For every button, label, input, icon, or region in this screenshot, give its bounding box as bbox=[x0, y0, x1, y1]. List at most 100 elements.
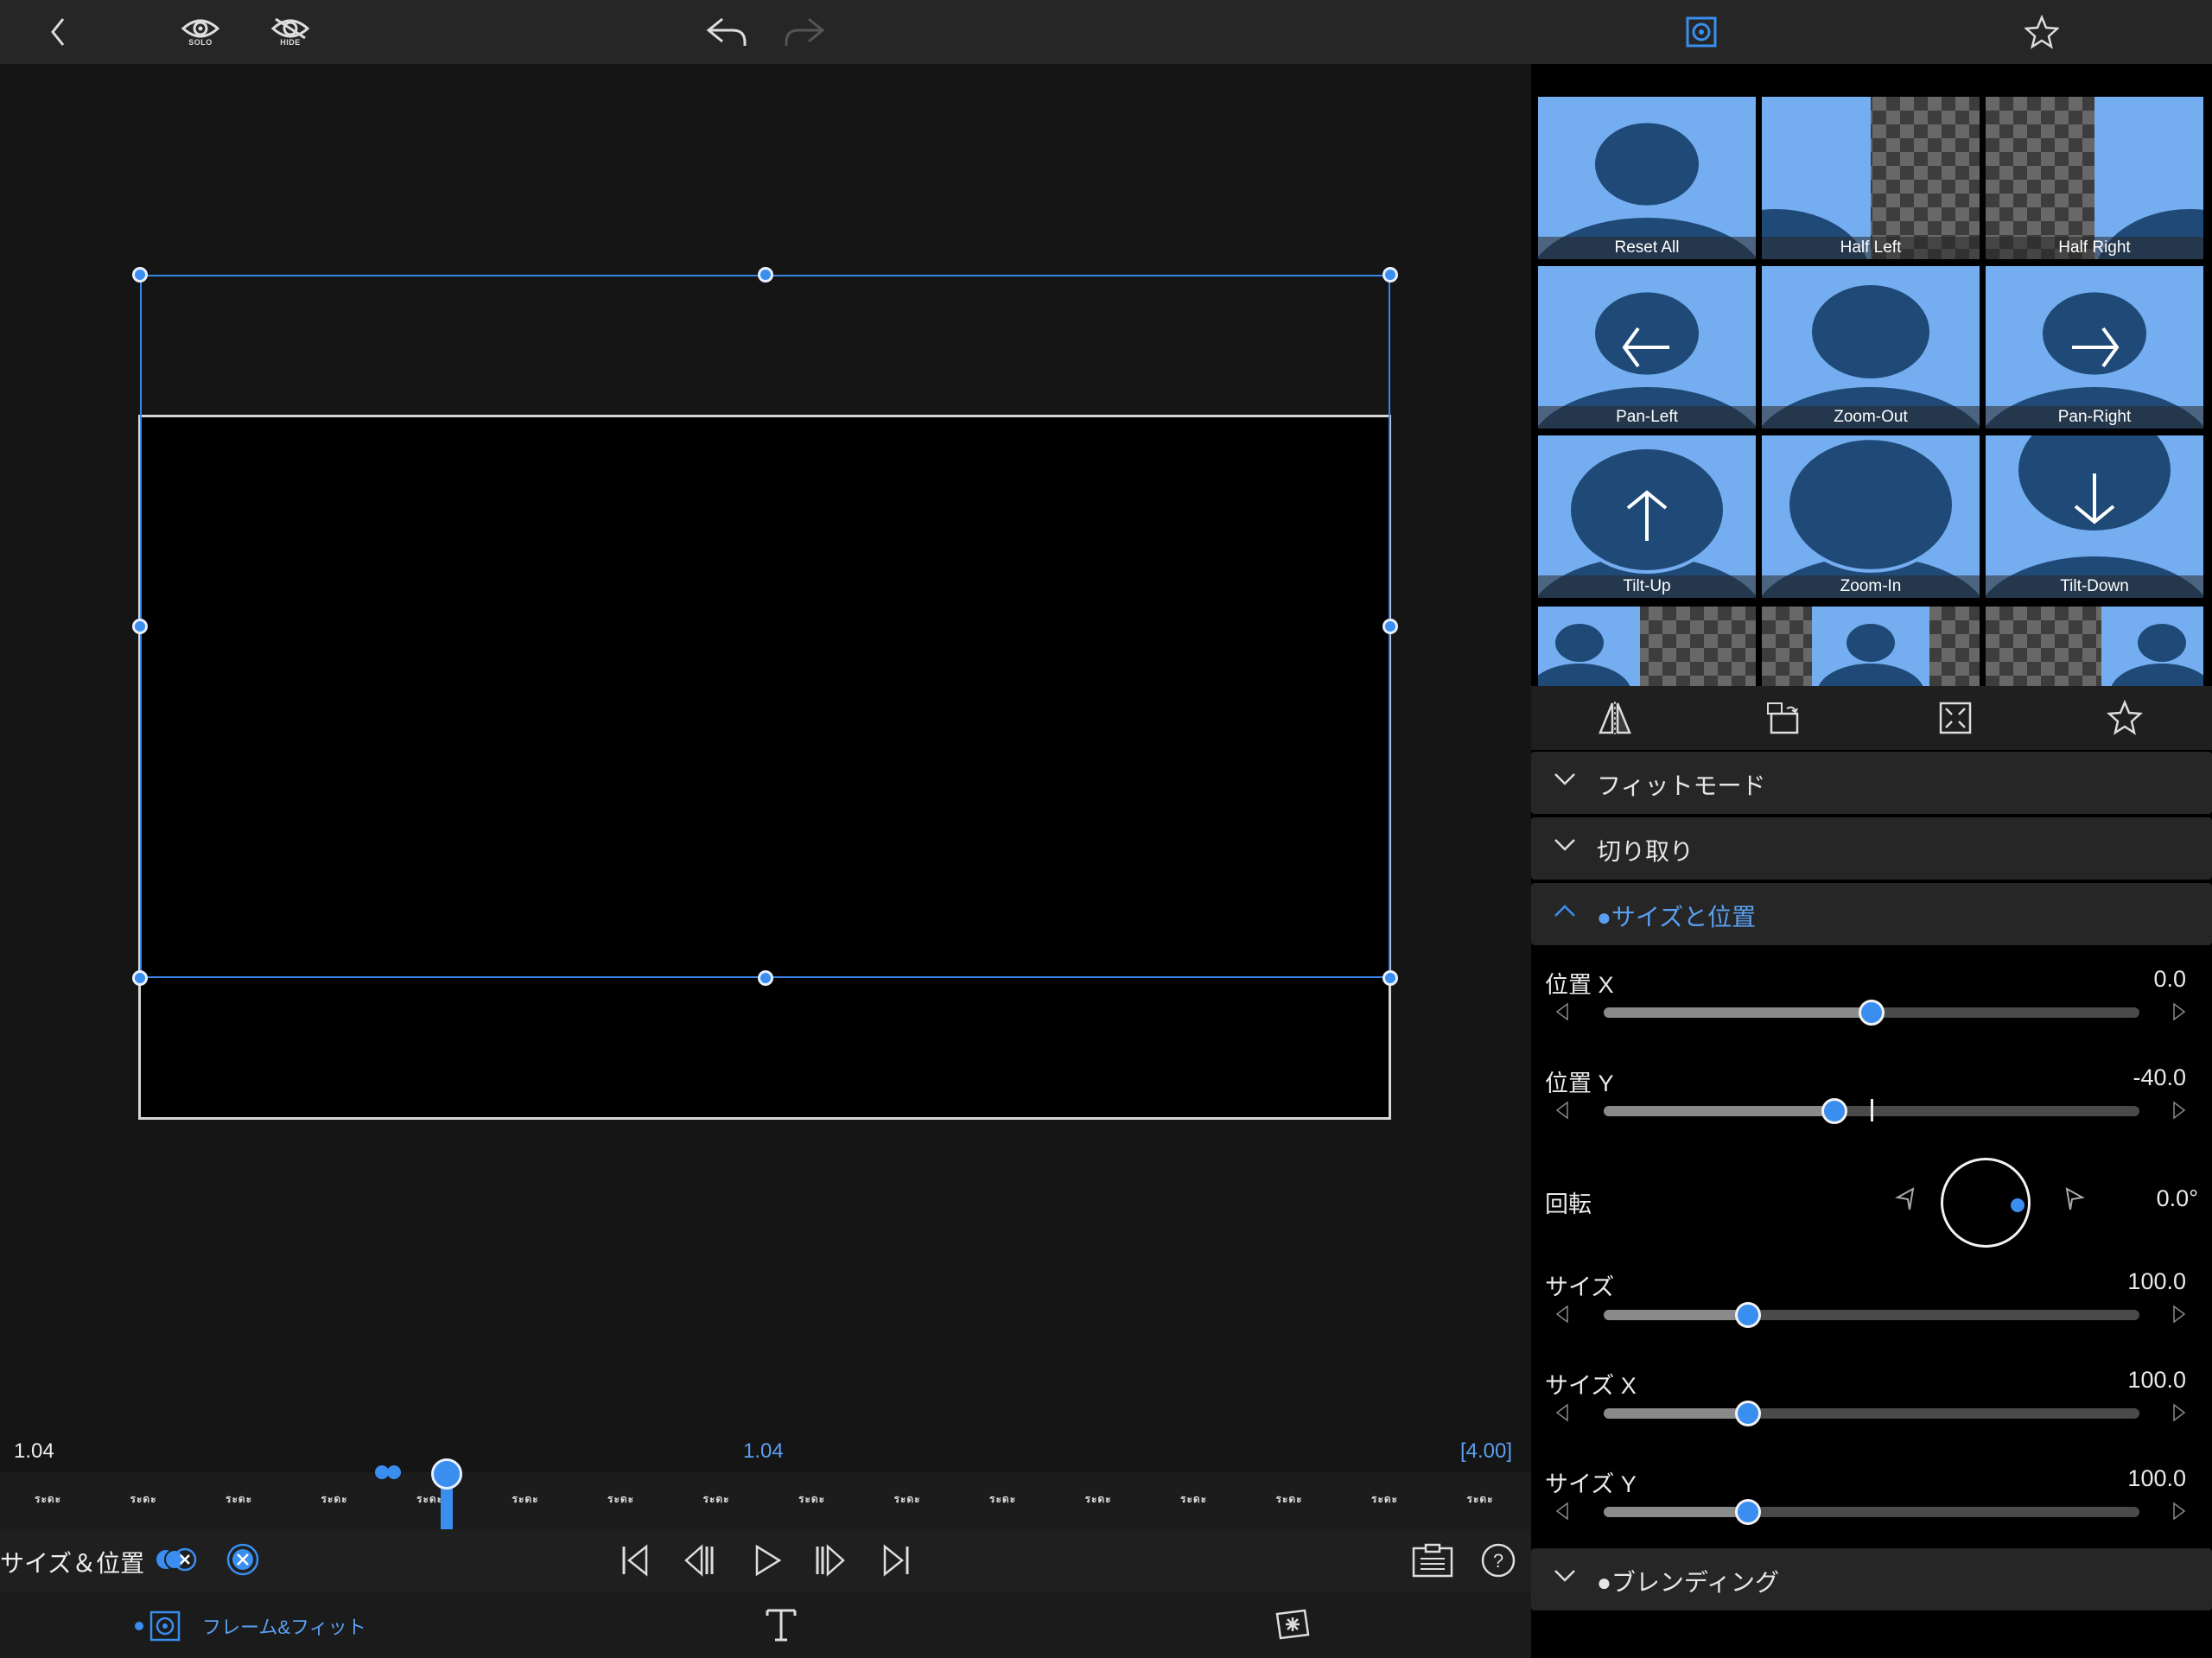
slider-knob[interactable] bbox=[1859, 1000, 1885, 1026]
slider-fill bbox=[1604, 1408, 1749, 1419]
section-size-position-label: ●サイズと位置 bbox=[1597, 904, 1757, 931]
section-blending[interactable]: ●ブレンディング bbox=[1531, 1548, 2212, 1610]
preset-pan-left[interactable]: Pan-Left bbox=[1538, 266, 1756, 429]
resize-handle[interactable] bbox=[1382, 619, 1398, 634]
selection-box[interactable] bbox=[140, 275, 1390, 978]
tab-frame-fit[interactable]: フレーム&フィット bbox=[135, 1609, 366, 1643]
timeline-labels: 1.04 1.04 [4.00] bbox=[0, 1434, 1531, 1471]
hide-label: HIDE bbox=[280, 38, 301, 47]
preset-label: Zoom-Out bbox=[1762, 406, 1980, 429]
next-frame-icon[interactable] bbox=[814, 1543, 849, 1578]
decrement-arrow-icon[interactable] bbox=[1555, 1305, 1569, 1324]
preset-reset-all[interactable]: Reset All bbox=[1538, 97, 1756, 259]
tick-label: ระดะ bbox=[226, 1493, 253, 1505]
timeline[interactable]: ระดะ ระดะ ระดะ ระดะ ระดะ ระดะ ระดะ ระดะ ระดะ ระดะ… bbox=[0, 1458, 1531, 1531]
increment-arrow-icon[interactable] bbox=[2172, 1305, 2186, 1324]
property-label: 位置 Y bbox=[1545, 1070, 1614, 1096]
undo-icon[interactable] bbox=[702, 12, 750, 52]
play-icon[interactable] bbox=[750, 1543, 785, 1578]
resize-handle[interactable] bbox=[132, 970, 148, 986]
preset-thumbnail[interactable] bbox=[1538, 607, 1756, 686]
resize-handle[interactable] bbox=[758, 267, 773, 283]
preset-thumbnail[interactable] bbox=[1986, 607, 2203, 686]
playhead-bar[interactable] bbox=[441, 1486, 453, 1531]
resize-handle[interactable] bbox=[1382, 970, 1398, 986]
tick-label: ระดะ bbox=[130, 1493, 157, 1505]
text-icon[interactable] bbox=[764, 1605, 798, 1643]
solo-label: SOLO bbox=[188, 38, 213, 47]
section-crop[interactable]: 切り取り bbox=[1531, 817, 2212, 880]
slider-track[interactable] bbox=[1604, 1507, 2139, 1517]
frame-fit-icon[interactable] bbox=[1683, 14, 1719, 50]
preset-pan-right[interactable]: Pan-Right bbox=[1986, 266, 2203, 429]
property-value: 100.0 bbox=[2127, 1465, 2186, 1491]
preset-zoom-in[interactable]: Zoom-In bbox=[1762, 435, 1980, 598]
rotation-label: 回転 bbox=[1545, 1191, 1592, 1217]
resize-handle[interactable] bbox=[758, 970, 773, 986]
rotation-dial[interactable] bbox=[1941, 1158, 2031, 1248]
chevron-down-icon bbox=[1554, 838, 1576, 852]
help-icon[interactable]: ? bbox=[1481, 1543, 1516, 1578]
transform-tool-row bbox=[1531, 686, 2212, 750]
property-value: 0.0 bbox=[2153, 966, 2186, 992]
playhead-knob[interactable] bbox=[431, 1458, 462, 1490]
slider-knob[interactable] bbox=[1821, 1098, 1847, 1124]
rotation-dial-indicator bbox=[2011, 1198, 2024, 1212]
back-chevron-icon[interactable] bbox=[45, 14, 71, 50]
preset-zoom-out[interactable]: Zoom-Out bbox=[1762, 266, 1980, 429]
section-fit-mode[interactable]: フィットモード bbox=[1531, 752, 2212, 814]
hide-button[interactable]: HIDE bbox=[268, 12, 313, 52]
frame-fit-icon bbox=[149, 1610, 181, 1642]
tick-label: ระดะ bbox=[321, 1493, 348, 1505]
decrement-arrow-icon[interactable] bbox=[1555, 1403, 1569, 1422]
current-time-left: 1.04 bbox=[14, 1439, 54, 1463]
star-icon[interactable] bbox=[2024, 14, 2060, 50]
preset-tilt-down[interactable]: Tilt-Down bbox=[1986, 435, 2203, 598]
preset-tilt-up[interactable]: Tilt-Up bbox=[1538, 435, 1756, 598]
slider-fill bbox=[1604, 1106, 1834, 1116]
fit-frame-icon[interactable] bbox=[1937, 700, 1974, 736]
flip-icon[interactable] bbox=[1597, 700, 1633, 736]
tick-label: ระดะ bbox=[1084, 1493, 1112, 1505]
go-start-icon[interactable] bbox=[619, 1543, 653, 1578]
transport-bar: サイズ＆位置 ? bbox=[0, 1529, 1531, 1591]
resize-handle[interactable] bbox=[132, 619, 148, 634]
decrement-arrow-icon[interactable] bbox=[1555, 1101, 1569, 1120]
increment-arrow-icon[interactable] bbox=[2172, 1002, 2186, 1021]
preset-label: Half Left bbox=[1762, 237, 1980, 259]
slider-track[interactable] bbox=[1604, 1310, 2139, 1320]
increment-arrow-icon[interactable] bbox=[2172, 1502, 2186, 1521]
property-value: -40.0 bbox=[2133, 1064, 2186, 1090]
slider-track[interactable] bbox=[1604, 1408, 2139, 1419]
effects-icon[interactable] bbox=[1274, 1607, 1312, 1642]
decrement-arrow-icon[interactable] bbox=[1555, 1502, 1569, 1521]
bottom-tab-bar: フレーム&フィット bbox=[0, 1591, 1531, 1658]
clipboard-icon[interactable] bbox=[1412, 1543, 1453, 1578]
solo-button[interactable]: SOLO bbox=[178, 12, 223, 52]
tab-frame-fit-label: フレーム&フィット bbox=[202, 1617, 366, 1638]
clear-icon[interactable] bbox=[226, 1543, 259, 1576]
preset-half-right[interactable]: Half Right bbox=[1986, 97, 2203, 259]
property-label: サイズ bbox=[1545, 1274, 1615, 1300]
tick-label: ระดะ bbox=[416, 1493, 444, 1505]
favorite-star-icon[interactable] bbox=[2107, 700, 2143, 736]
eye-icon bbox=[181, 17, 220, 40]
preset-thumbnail[interactable] bbox=[1762, 607, 1980, 686]
increment-arrow-icon[interactable] bbox=[2172, 1403, 2186, 1422]
resize-handle[interactable] bbox=[1382, 267, 1398, 283]
preset-half-left[interactable]: Half Left bbox=[1762, 97, 1980, 259]
go-end-icon[interactable] bbox=[878, 1543, 912, 1578]
redo-icon[interactable] bbox=[781, 12, 830, 52]
keyframe-markers[interactable] bbox=[373, 1464, 406, 1481]
increment-arrow-icon[interactable] bbox=[2172, 1101, 2186, 1120]
section-size-position[interactable]: ●サイズと位置 bbox=[1531, 883, 2212, 945]
resize-handle[interactable] bbox=[132, 267, 148, 283]
decrement-arrow-icon[interactable] bbox=[1555, 1002, 1569, 1021]
prev-frame-icon[interactable] bbox=[681, 1543, 715, 1578]
section-blending-label: ●ブレンディング bbox=[1597, 1569, 1779, 1596]
preset-label: Half Right bbox=[1986, 237, 2203, 259]
rotate-frame-icon[interactable] bbox=[1766, 700, 1802, 736]
thumbnail-image bbox=[1812, 607, 1929, 686]
keyframe-toggle-icon[interactable] bbox=[156, 1545, 200, 1574]
rotate-left-icon[interactable] bbox=[1892, 1185, 1918, 1211]
